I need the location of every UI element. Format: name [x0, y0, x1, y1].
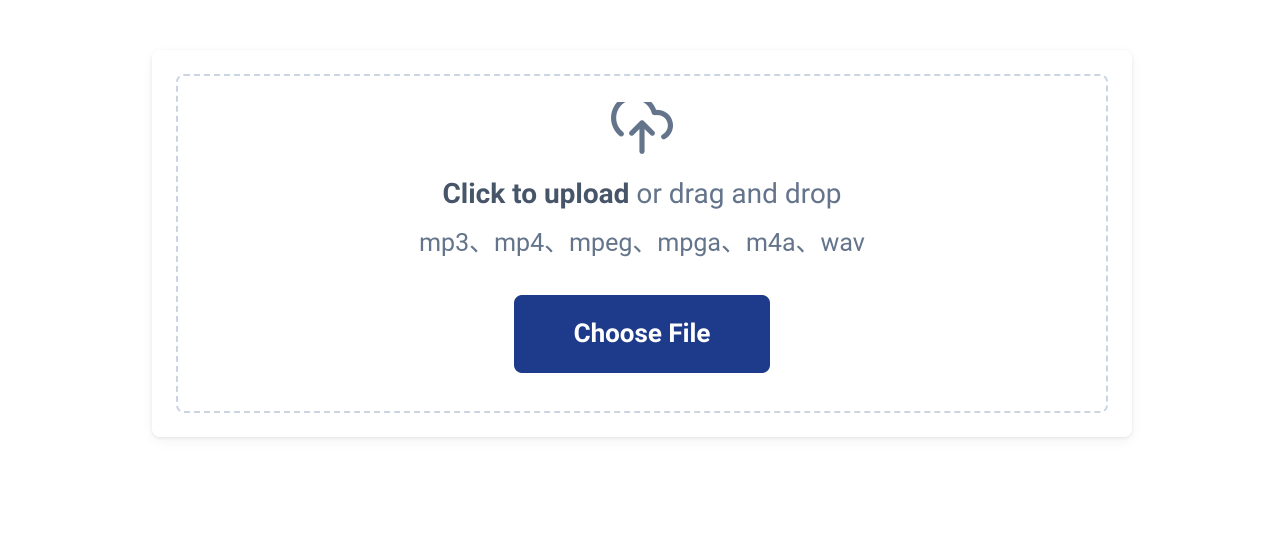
upload-drag-label: or drag and drop — [629, 177, 841, 210]
cloud-upload-icon — [611, 102, 673, 154]
upload-click-label: Click to upload — [442, 177, 629, 210]
upload-formats: mp3、mp4、mpeg、mpga、m4a、wav — [419, 223, 865, 259]
upload-card: Click to upload or drag and drop mp3、mp4… — [152, 50, 1132, 437]
upload-instruction: Click to upload or drag and drop — [442, 174, 841, 213]
choose-file-button[interactable]: Choose File — [514, 295, 771, 373]
upload-dropzone[interactable]: Click to upload or drag and drop mp3、mp4… — [176, 74, 1108, 413]
